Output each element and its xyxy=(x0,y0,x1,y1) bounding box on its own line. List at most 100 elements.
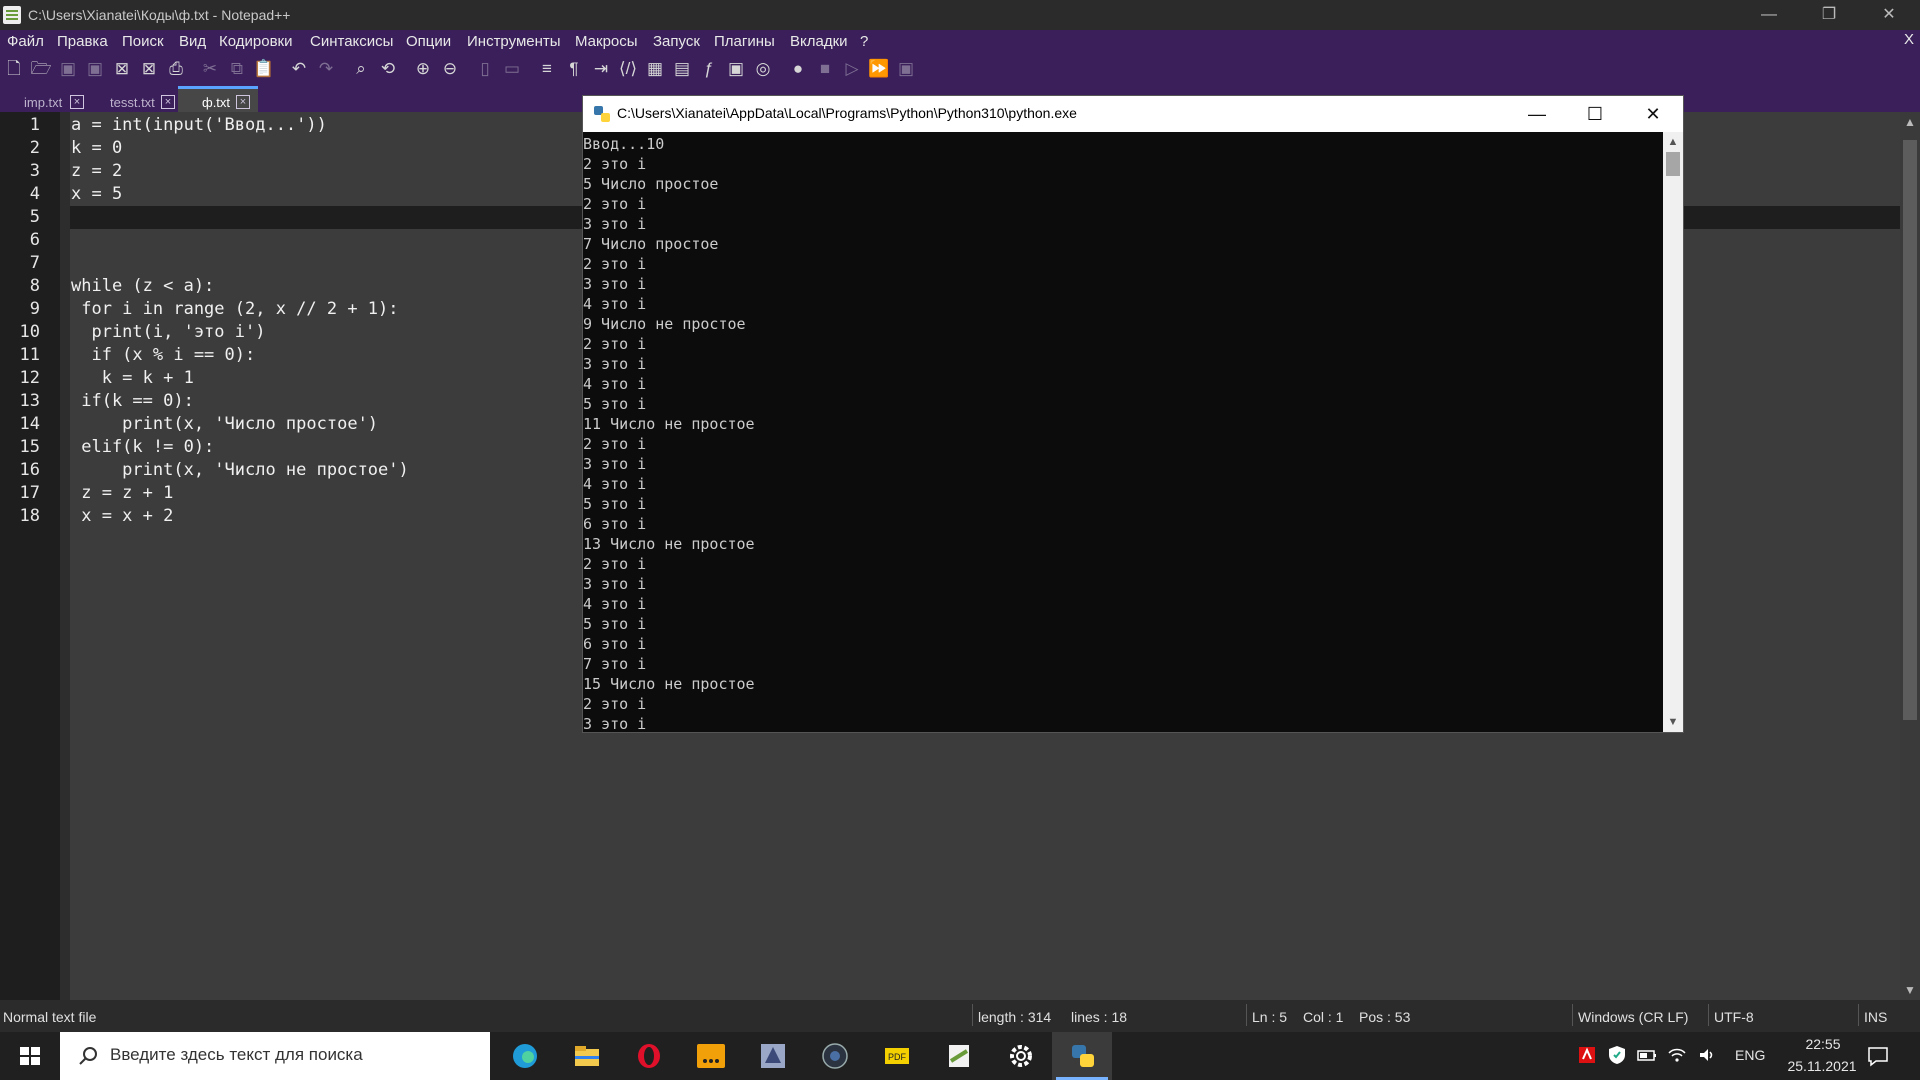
code-line[interactable]: print(x, 'Число простое') xyxy=(71,414,378,434)
notepadpp-icon[interactable] xyxy=(928,1032,988,1080)
code-line[interactable]: z = 2 xyxy=(71,161,122,181)
code-line[interactable]: k = k + 1 xyxy=(71,368,194,388)
tab-tesst-txt[interactable]: tesst.txt × xyxy=(110,92,178,112)
word-wrap-icon[interactable]: ≡ xyxy=(536,58,558,80)
monitoring-icon[interactable]: ◎ xyxy=(752,58,774,80)
play-macro-icon[interactable]: ▷ xyxy=(841,58,863,80)
scroll-down-arrow-icon[interactable]: ▼ xyxy=(1900,980,1920,1000)
python-icon[interactable] xyxy=(1052,1032,1112,1080)
console-scroll-up-icon[interactable]: ▲ xyxy=(1663,132,1683,152)
indent-guide-icon[interactable]: ⇥ xyxy=(590,58,612,80)
console-maximize-button[interactable]: ☐ xyxy=(1567,96,1623,132)
console-scrollbar-thumb[interactable] xyxy=(1666,152,1680,176)
save-icon[interactable]: ▣ xyxy=(57,58,79,80)
menu-macros[interactable]: Макросы xyxy=(575,33,638,50)
code-line[interactable]: x = x + 2 xyxy=(71,506,173,526)
status-eol[interactable]: Windows (CR LF) xyxy=(1578,1009,1688,1025)
status-insert-mode[interactable]: INS xyxy=(1864,1009,1887,1025)
notification-center-icon[interactable] xyxy=(1866,1044,1890,1068)
clock-time[interactable]: 22:55 xyxy=(1793,1036,1853,1052)
menu-syntax[interactable]: Синтаксисы xyxy=(310,33,393,50)
menu-help[interactable]: ? xyxy=(860,33,868,50)
game-app-icon[interactable] xyxy=(742,1032,802,1080)
show-all-chars-icon[interactable]: ¶ xyxy=(563,58,585,80)
code-line[interactable]: k = 0 xyxy=(71,138,122,158)
battery-icon[interactable] xyxy=(1636,1044,1658,1066)
menu-run[interactable]: Запуск xyxy=(653,33,700,50)
close-icon[interactable]: ⊠ xyxy=(111,58,133,80)
edge-icon[interactable] xyxy=(494,1032,554,1080)
menu-tools[interactable]: Инструменты xyxy=(467,33,561,50)
wifi-icon[interactable] xyxy=(1666,1044,1688,1066)
xml-tag-icon[interactable]: ⟨/⟩ xyxy=(617,58,639,80)
code-line[interactable]: print(x, 'Число не простое') xyxy=(71,460,409,480)
tab-close-icon[interactable]: × xyxy=(236,95,250,109)
code-line[interactable]: x = 5 xyxy=(71,184,122,204)
tab-f-txt[interactable]: ф.txt × xyxy=(202,92,258,112)
console-minimize-button[interactable]: — xyxy=(1509,96,1565,132)
folder-workspace-icon[interactable]: ▣ xyxy=(725,58,747,80)
redo-icon[interactable]: ↷ xyxy=(315,58,337,80)
volume-icon[interactable] xyxy=(1696,1044,1718,1066)
zoom-out-icon[interactable]: ⊖ xyxy=(439,58,461,80)
ellipsis-app-icon[interactable] xyxy=(680,1032,740,1080)
undo-icon[interactable]: ↶ xyxy=(288,58,310,80)
status-encoding[interactable]: UTF-8 xyxy=(1714,1009,1754,1025)
menu-encoding[interactable]: Кодировки xyxy=(219,33,292,50)
code-line[interactable]: z = z + 1 xyxy=(71,483,173,503)
menu-view[interactable]: Вид xyxy=(179,33,206,50)
run-macro-multiple-icon[interactable]: ⏩ xyxy=(868,58,890,80)
close-button[interactable]: ✕ xyxy=(1866,0,1912,30)
document-list-icon[interactable]: ▤ xyxy=(671,58,693,80)
tab-imp-txt[interactable]: imp.txt × xyxy=(24,92,86,112)
new-file-icon[interactable]: 🗋 xyxy=(3,58,25,80)
code-line[interactable]: for i in range (2, x // 2 + 1): xyxy=(71,299,398,319)
code-line[interactable]: print(i, 'это i') xyxy=(71,322,265,342)
menu-plugins[interactable]: Плагины xyxy=(714,33,775,50)
settings-gear-icon[interactable] xyxy=(990,1032,1050,1080)
antivirus-tray-icon[interactable] xyxy=(1576,1044,1598,1066)
menu-options[interactable]: Опции xyxy=(406,33,451,50)
close-all-icon[interactable]: ⊠ xyxy=(138,58,160,80)
console-scroll-down-icon[interactable]: ▼ xyxy=(1663,712,1683,732)
minimize-button[interactable]: — xyxy=(1746,0,1792,30)
record-macro-icon[interactable]: ● xyxy=(787,58,809,80)
sync-v-icon[interactable]: ▯ xyxy=(474,58,496,80)
cut-icon[interactable]: ✂ xyxy=(199,58,221,80)
restore-button[interactable]: ❐ xyxy=(1806,0,1852,30)
tab-close-icon[interactable]: × xyxy=(161,95,175,109)
paste-icon[interactable]: 📋 xyxy=(253,58,275,80)
close-document-x[interactable]: X xyxy=(1904,31,1914,48)
editor-scrollbar-thumb[interactable] xyxy=(1903,140,1917,720)
menu-file[interactable]: Файл xyxy=(7,33,44,50)
copy-icon[interactable]: ⧉ xyxy=(226,58,248,80)
code-line[interactable]: elif(k != 0): xyxy=(71,437,214,457)
code-line[interactable]: if (x % i == 0): xyxy=(71,345,255,365)
scroll-up-arrow-icon[interactable]: ▲ xyxy=(1900,112,1920,132)
find-icon[interactable]: ⌕ xyxy=(350,58,372,80)
stop-record-icon[interactable]: ■ xyxy=(814,58,836,80)
zoom-in-icon[interactable]: ⊕ xyxy=(412,58,434,80)
browser-globe-icon[interactable] xyxy=(804,1032,864,1080)
save-macro-icon[interactable]: ▣ xyxy=(895,58,917,80)
document-map-icon[interactable]: ▦ xyxy=(644,58,666,80)
clock-date[interactable]: 25.11.2021 xyxy=(1772,1058,1872,1074)
input-language[interactable]: ENG xyxy=(1735,1047,1765,1063)
file-explorer-icon[interactable] xyxy=(556,1032,616,1080)
console-close-button[interactable]: ✕ xyxy=(1625,96,1681,132)
security-shield-icon[interactable] xyxy=(1606,1044,1628,1066)
console-scrollbar[interactable] xyxy=(1663,132,1683,732)
pdf-app-icon[interactable]: PDF xyxy=(866,1032,926,1080)
tab-close-icon[interactable]: × xyxy=(70,95,84,109)
menu-edit[interactable]: Правка xyxy=(57,33,108,50)
save-all-icon[interactable]: ▣ xyxy=(84,58,106,80)
code-line[interactable]: a = int(input('Ввод...')) xyxy=(71,115,327,135)
function-list-icon[interactable]: ƒ xyxy=(698,58,720,80)
windows-start-icon[interactable] xyxy=(0,1032,60,1080)
menu-search[interactable]: Поиск xyxy=(122,33,164,50)
replace-icon[interactable]: ⟲ xyxy=(377,58,399,80)
open-file-icon[interactable]: 🗁 xyxy=(30,58,52,80)
opera-icon[interactable] xyxy=(618,1032,678,1080)
code-line[interactable]: while (z < a): xyxy=(71,276,214,296)
code-line[interactable]: if(k == 0): xyxy=(71,391,194,411)
